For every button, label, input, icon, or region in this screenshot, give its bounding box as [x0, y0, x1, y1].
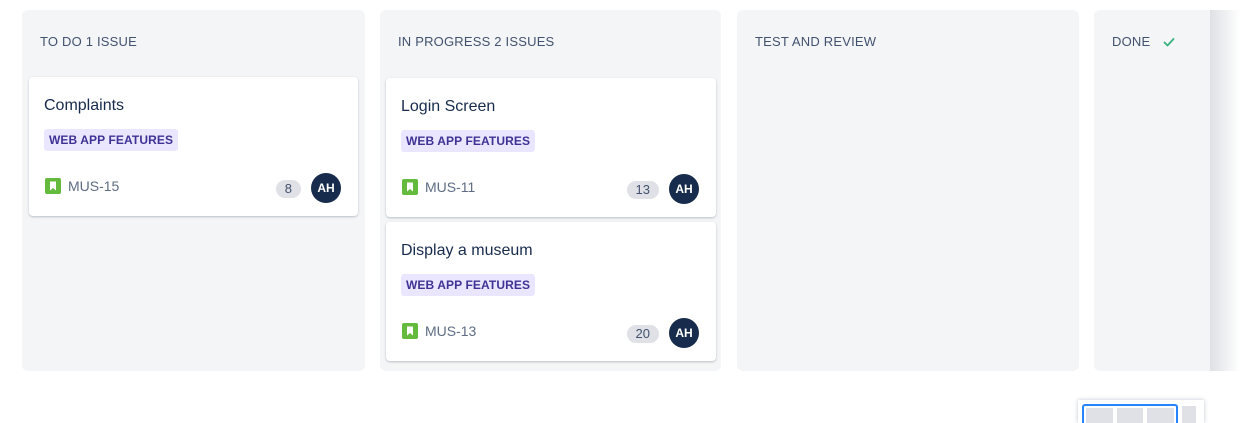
scroll-shadow [1210, 10, 1240, 371]
issue-card[interactable]: Login Screen WEB APP FEATURES MUS-11 13 … [386, 78, 716, 217]
column-in-progress: IN PROGRESS 2 ISSUES Login Screen WEB AP… [380, 10, 721, 371]
story-bookmark-icon [45, 178, 61, 194]
column-done: DONE [1094, 10, 1210, 371]
column-to-do: TO DO 1 ISSUE Complaints WEB APP FEATURE… [22, 10, 365, 371]
minimap-viewport[interactable] [1082, 404, 1178, 423]
assignee-avatar[interactable]: AH [669, 318, 699, 348]
issue-card[interactable]: Display a museum WEB APP FEATURES MUS-13… [386, 222, 716, 361]
story-bookmark-icon [402, 179, 418, 195]
card-title: Display a museum [401, 242, 533, 259]
column-title: TO DO 1 ISSUE [40, 34, 137, 49]
issue-key[interactable]: MUS-11 [425, 179, 475, 195]
column-header: IN PROGRESS 2 ISSUES [398, 34, 554, 49]
story-bookmark-icon [402, 323, 418, 339]
column-title: TEST AND REVIEW [755, 34, 877, 49]
column-header: DONE [1112, 34, 1176, 49]
epic-label[interactable]: WEB APP FEATURES [401, 274, 536, 296]
column-title: DONE [1112, 34, 1151, 49]
minimap-column [1182, 406, 1196, 423]
column-title: IN PROGRESS 2 ISSUES [398, 34, 555, 49]
minimap-column [1147, 408, 1175, 423]
card-footer: MUS-13 20 AH [401, 318, 699, 348]
card-title: Login Screen [401, 98, 496, 115]
issue-key[interactable]: MUS-15 [68, 178, 119, 194]
checkmark-icon [1163, 37, 1175, 46]
card-footer: MUS-15 8 AH [44, 173, 341, 203]
epic-label[interactable]: WEB APP FEATURES [401, 130, 536, 152]
minimap-column [1086, 408, 1113, 423]
issue-card[interactable]: Complaints WEB APP FEATURES MUS-15 8 AH [29, 77, 358, 216]
story-points-badge: 20 [626, 325, 659, 343]
epic-label[interactable]: WEB APP FEATURES [44, 129, 179, 151]
column-header: TO DO 1 ISSUE [40, 34, 137, 49]
card-footer: MUS-11 13 AH [401, 174, 699, 204]
assignee-avatar[interactable]: AH [669, 174, 699, 204]
board-minimap[interactable] [1078, 400, 1204, 423]
assignee-avatar[interactable]: AH [311, 173, 341, 203]
story-points-badge: 8 [275, 180, 301, 198]
column-header: TEST AND REVIEW [755, 34, 876, 49]
column-test-and-review: TEST AND REVIEW [737, 10, 1079, 371]
minimap-column [1116, 408, 1144, 423]
kanban-board: TO DO 1 ISSUE Complaints WEB APP FEATURE… [0, 0, 1250, 423]
story-points-badge: 13 [626, 181, 659, 199]
card-title: Complaints [44, 97, 125, 114]
issue-key[interactable]: MUS-13 [425, 323, 476, 339]
